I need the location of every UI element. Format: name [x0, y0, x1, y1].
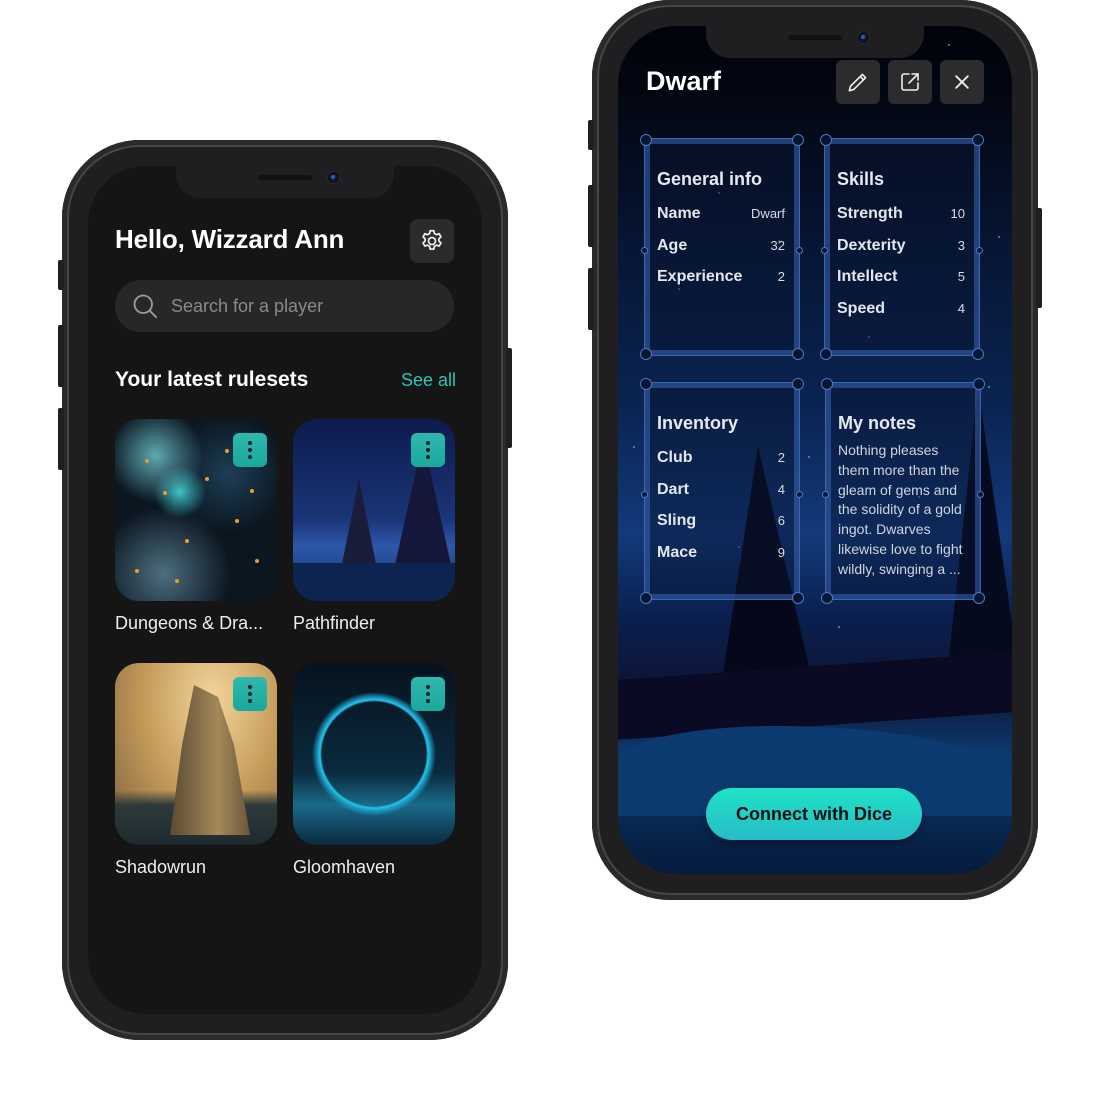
ruleset-thumbnail[interactable] — [115, 663, 277, 845]
volume-down-button — [588, 268, 594, 330]
panel-title: My notes — [838, 413, 917, 433]
speaker — [258, 175, 312, 180]
volume-down-button — [58, 408, 64, 470]
ruleset-card-shadowrun[interactable]: Shadowrun — [115, 663, 277, 878]
notch — [176, 166, 394, 198]
info-row: Age 32 — [657, 237, 785, 269]
volume-up-button — [588, 185, 594, 247]
ruleset-thumbnail[interactable] — [115, 419, 277, 601]
panel-title: General info — [657, 169, 763, 189]
phone-frame-home: Hello, Wizzard Ann Your latest rulesets … — [58, 140, 512, 1040]
open-external-button[interactable] — [888, 60, 932, 104]
row-label: Age — [657, 236, 688, 254]
inventory-row: Club 2 — [657, 449, 785, 481]
close-button[interactable] — [940, 60, 984, 104]
search-input[interactable] — [171, 295, 431, 317]
row-label: Dexterity — [837, 236, 906, 254]
inventory-row: Mace 9 — [657, 544, 785, 576]
power-button — [1036, 208, 1042, 308]
ruleset-card-gloomhaven[interactable]: Gloomhaven — [293, 663, 455, 878]
player-search[interactable] — [115, 280, 454, 332]
inventory-row: Sling 6 — [657, 512, 785, 544]
greeting-title: Hello, Wizzard Ann — [115, 224, 345, 254]
home-screen: Hello, Wizzard Ann Your latest rulesets … — [88, 166, 482, 1014]
gear-icon — [422, 229, 442, 250]
ruleset-title: Gloomhaven — [293, 857, 396, 877]
power-button — [506, 348, 512, 448]
row-label: Experience — [657, 268, 743, 285]
inventory-panel: Inventory Club 2 Dart 4 Sling 6 Mace 9 — [640, 378, 804, 604]
settings-button[interactable] — [410, 219, 454, 263]
ruleset-thumbnail[interactable] — [293, 663, 455, 845]
row-value: 6 — [777, 513, 785, 528]
speaker — [788, 35, 842, 40]
skill-row: Strength 10 — [837, 205, 965, 237]
card-menu-button[interactable] — [233, 433, 267, 467]
row-value: 10 — [950, 206, 965, 221]
row-value: 4 — [777, 481, 785, 497]
ruleset-card-dungeons-dragons[interactable]: Dungeons & Dra... — [115, 419, 277, 634]
see-all-link[interactable]: See all — [401, 370, 456, 391]
info-row: Experience 2 — [657, 268, 785, 300]
panel-title: Skills — [837, 169, 885, 189]
external-link-icon — [901, 73, 919, 91]
card-menu-button[interactable] — [411, 433, 445, 467]
close-icon — [955, 75, 969, 89]
skill-row: Speed 4 — [837, 300, 965, 332]
skill-row: Intellect 5 — [837, 268, 965, 300]
phone-frame-character: Dwarf General info Name Dwarf Age 32 Exp… — [588, 0, 1042, 900]
kebab-menu-icon — [426, 441, 430, 445]
row-value: 3 — [957, 237, 965, 253]
kebab-menu-icon — [248, 685, 252, 689]
inventory-row: Dart 4 — [657, 481, 785, 513]
character-title: Dwarf — [646, 66, 722, 96]
connect-with-dice-button[interactable]: Connect with Dice — [706, 788, 922, 840]
row-value: 2 — [777, 450, 785, 465]
card-menu-button[interactable] — [411, 677, 445, 711]
kebab-menu-icon — [426, 685, 430, 689]
notes-panel[interactable]: My notes Nothing pleases them more than … — [821, 378, 985, 604]
row-value: Dwarf — [751, 206, 785, 221]
row-value: 2 — [777, 269, 785, 284]
skills-panel: Skills Strength 10 Dexterity 3 Intellect… — [820, 134, 984, 360]
panel-title: Inventory — [657, 413, 739, 433]
volume-up-button — [58, 325, 64, 387]
mute-switch — [588, 120, 594, 150]
row-label: Mace — [657, 543, 698, 561]
row-value: 32 — [770, 237, 785, 253]
rulesets-section-title: Your latest rulesets — [115, 368, 309, 391]
notes-text: Nothing pleases them more than the gleam… — [838, 442, 963, 577]
front-camera — [328, 172, 339, 183]
pencil-icon — [848, 73, 867, 92]
row-label: Name — [657, 205, 701, 222]
ruleset-thumbnail[interactable] — [293, 419, 455, 601]
row-label: Dart — [657, 480, 690, 498]
row-value: 5 — [957, 269, 965, 284]
search-icon — [133, 294, 158, 319]
edit-button[interactable] — [836, 60, 880, 104]
general-info-panel: General info Name Dwarf Age 32 Experienc… — [640, 134, 804, 360]
ruleset-card-pathfinder[interactable]: Pathfinder — [293, 419, 455, 634]
card-menu-button[interactable] — [233, 677, 267, 711]
kebab-menu-icon — [248, 441, 252, 445]
row-value: 4 — [957, 300, 965, 316]
front-camera — [858, 32, 869, 43]
character-screen: Dwarf General info Name Dwarf Age 32 Exp… — [618, 26, 1012, 874]
row-label: Strength — [837, 205, 903, 222]
ruleset-title: Dungeons & Dra... — [115, 613, 264, 633]
skill-row: Dexterity 3 — [837, 237, 965, 269]
row-label: Club — [657, 449, 693, 466]
notch — [706, 26, 924, 58]
mute-switch — [58, 260, 64, 290]
row-label: Speed — [837, 299, 886, 317]
row-value: 9 — [777, 544, 785, 560]
ruleset-title: Shadowrun — [115, 857, 207, 877]
row-label: Sling — [657, 512, 697, 529]
row-label: Intellect — [837, 268, 898, 285]
info-row: Name Dwarf — [657, 205, 785, 237]
ruleset-title: Pathfinder — [293, 613, 376, 633]
